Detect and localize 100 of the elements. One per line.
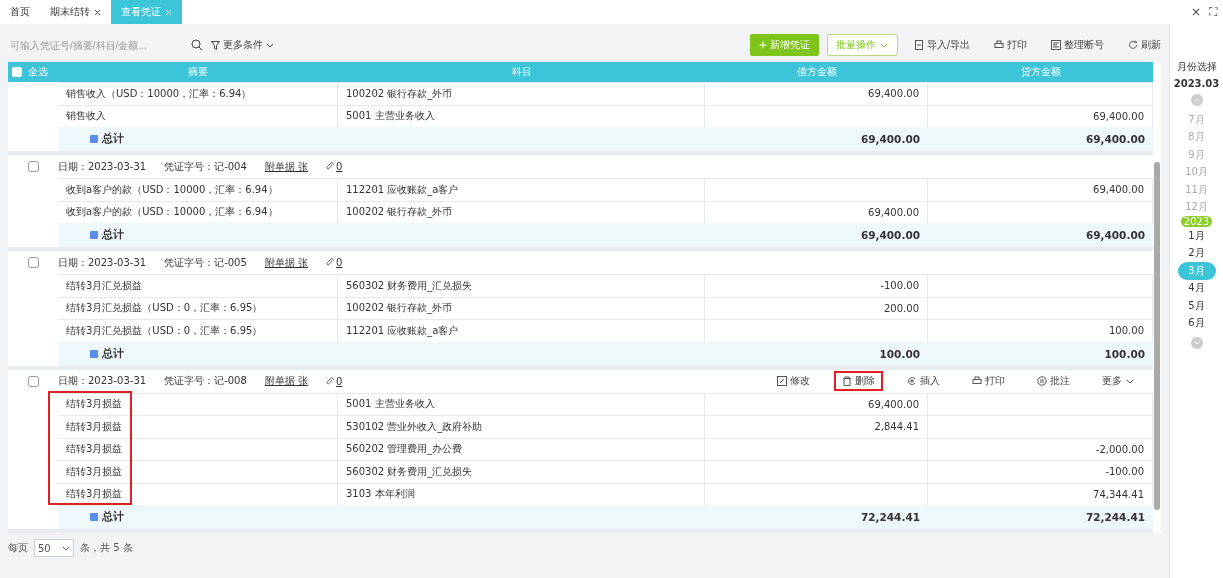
month-item[interactable]: 2月 bbox=[1177, 244, 1216, 262]
column-header: 借方金额 bbox=[795, 65, 838, 79]
list-icon bbox=[1051, 40, 1061, 50]
square-icon bbox=[90, 513, 98, 521]
total-credit: 69,400.00 bbox=[1084, 132, 1146, 147]
square-icon bbox=[90, 349, 98, 358]
voucher-date: 日期：2023-03-31 bbox=[58, 255, 147, 270]
file-count-link[interactable]: 0 bbox=[326, 257, 343, 268]
month-picker-title: 月份选择 bbox=[1176, 60, 1217, 74]
table-cell: 结转3月汇兑损益（USD：0，汇率：6.95） bbox=[58, 297, 338, 319]
table-cell: 100202 银行存款_外币 bbox=[338, 297, 705, 319]
square-icon bbox=[90, 135, 98, 143]
table-cell: 结转3月汇兑损益（USD：0，汇率：6.95） bbox=[58, 320, 338, 342]
table-cell: 69,400.00 bbox=[705, 83, 928, 105]
search-icon[interactable] bbox=[191, 39, 203, 51]
table-cell: 69,400.00 bbox=[705, 393, 928, 415]
year-badge: 2023 bbox=[1180, 216, 1213, 227]
voucher-number: 凭证字号：记-008 bbox=[164, 374, 247, 388]
insert-icon bbox=[907, 376, 917, 386]
table-cell: 200.00 bbox=[705, 297, 928, 319]
filter-button[interactable]: 更多条件 bbox=[211, 38, 274, 52]
action-button[interactable]: 插入 bbox=[899, 371, 948, 391]
action-button[interactable]: 批注 bbox=[1029, 371, 1078, 391]
file-count-link[interactable]: 0 bbox=[326, 375, 343, 387]
table-cell: -2,000.00 bbox=[928, 438, 1153, 460]
month-item[interactable]: 4月 bbox=[1177, 279, 1216, 297]
filter-icon bbox=[211, 40, 220, 50]
total-debit: 69,400.00 bbox=[859, 132, 921, 147]
tab[interactable]: 首页 bbox=[0, 0, 40, 24]
file-count-link[interactable]: 0 bbox=[326, 161, 343, 172]
scroll-down-icon[interactable] bbox=[1190, 337, 1203, 349]
table-cell: 69,400.00 bbox=[928, 179, 1153, 201]
total-debit: 69,400.00 bbox=[859, 228, 921, 243]
page-size-select[interactable]: 50 bbox=[34, 539, 74, 557]
fullscreen-button[interactable]: ⛶ bbox=[1209, 5, 1217, 19]
print-icon bbox=[972, 376, 982, 386]
total-label: 总计 bbox=[102, 510, 124, 524]
toolbar-button[interactable]: 导入/导出 bbox=[905, 34, 978, 56]
table-cell: 560302 财务费用_汇兑损失 bbox=[338, 275, 705, 297]
total-debit: 100.00 bbox=[878, 346, 921, 362]
table-cell: 2,844.41 bbox=[705, 416, 928, 438]
row-checkbox[interactable] bbox=[27, 161, 39, 172]
table-cell: 560302 财务费用_汇兑损失 bbox=[338, 461, 705, 483]
action-button[interactable]: 更多 bbox=[1094, 371, 1143, 391]
action-button[interactable]: 删除 bbox=[834, 371, 883, 391]
column-header: 科目 bbox=[510, 65, 533, 79]
action-button[interactable]: 修改 bbox=[769, 371, 818, 391]
scroll-up-icon[interactable] bbox=[1190, 94, 1203, 106]
close-button[interactable]: × bbox=[1190, 5, 1201, 19]
table-cell: 结转3月损益 bbox=[58, 416, 338, 438]
chevron-down-icon bbox=[266, 41, 274, 49]
total-label: 总计 bbox=[102, 132, 124, 146]
table-cell: 结转3月损益 bbox=[58, 461, 338, 483]
toolbar-button[interactable]: 打印 bbox=[986, 34, 1035, 56]
row-checkbox[interactable] bbox=[27, 257, 39, 268]
table-cell: -100.00 bbox=[928, 461, 1153, 483]
toolbar-button[interactable]: 刷新 bbox=[1120, 34, 1169, 56]
month-item[interactable]: 1月 bbox=[1177, 227, 1216, 245]
action-button[interactable]: 打印 bbox=[964, 371, 1013, 391]
voucher-number: 凭证字号：记-005 bbox=[164, 255, 247, 270]
table-cell: -100.00 bbox=[705, 275, 928, 297]
trash-icon bbox=[842, 376, 852, 386]
table-cell: 销售收入（USD：10000，汇率：6.94） bbox=[58, 83, 338, 105]
column-header: 贷方金额 bbox=[1019, 65, 1062, 79]
table-cell: 100202 银行存款_外币 bbox=[338, 83, 705, 105]
table-cell: 530102 营业外收入_政府补助 bbox=[338, 416, 705, 438]
table-cell: 结转3月损益 bbox=[58, 393, 338, 415]
total-label: 总计 bbox=[102, 228, 124, 242]
table-cell: 112201 应收账款_a客户 bbox=[338, 179, 705, 201]
note-icon bbox=[1037, 376, 1047, 386]
search-field[interactable]: 可输入凭证号/摘要/科目/金额... bbox=[8, 38, 183, 52]
voucher-number: 凭证字号：记-004 bbox=[164, 159, 247, 174]
close-icon[interactable] bbox=[94, 8, 101, 16]
row-checkbox[interactable] bbox=[27, 375, 39, 387]
column-header: 摘要 bbox=[187, 65, 209, 79]
table-cell: 112201 应收账款_a客户 bbox=[338, 320, 705, 342]
pencil-icon bbox=[777, 376, 787, 386]
table-cell: 560202 管理费用_办公费 bbox=[338, 438, 705, 460]
attachment-link[interactable]: 附单据 张 bbox=[264, 374, 308, 388]
month-item[interactable]: 6月 bbox=[1177, 314, 1216, 332]
square-icon bbox=[90, 231, 98, 239]
month-picker-value: 2023.03 bbox=[1173, 78, 1220, 89]
toolbar-button[interactable]: 整理断号 bbox=[1043, 34, 1112, 56]
table-cell: 100.00 bbox=[928, 320, 1153, 342]
per-page-label: 每页 bbox=[8, 541, 28, 555]
voucher-date: 日期：2023-03-31 bbox=[58, 374, 147, 388]
total-credit: 72,244.41 bbox=[1084, 510, 1146, 525]
table-cell: 收到a客户的款（USD：10000，汇率：6.94） bbox=[58, 179, 338, 201]
document-icon bbox=[913, 40, 924, 50]
attachment-link[interactable]: 附单据 张 bbox=[264, 255, 308, 270]
refresh-icon bbox=[1128, 40, 1138, 50]
tab[interactable]: 期末结转 bbox=[40, 0, 111, 24]
chevron-down-icon bbox=[62, 544, 70, 552]
total-credit: 69,400.00 bbox=[1084, 228, 1146, 243]
table-cell: 结转3月汇兑损益 bbox=[58, 275, 338, 297]
attachment-link[interactable]: 附单据 张 bbox=[264, 159, 308, 174]
total-label: 总计 bbox=[102, 346, 124, 361]
record-count: 条，共 5 条 bbox=[80, 541, 133, 555]
month-item[interactable]: 5月 bbox=[1177, 297, 1216, 315]
table-cell: 5001 主营业务收入 bbox=[338, 393, 705, 415]
